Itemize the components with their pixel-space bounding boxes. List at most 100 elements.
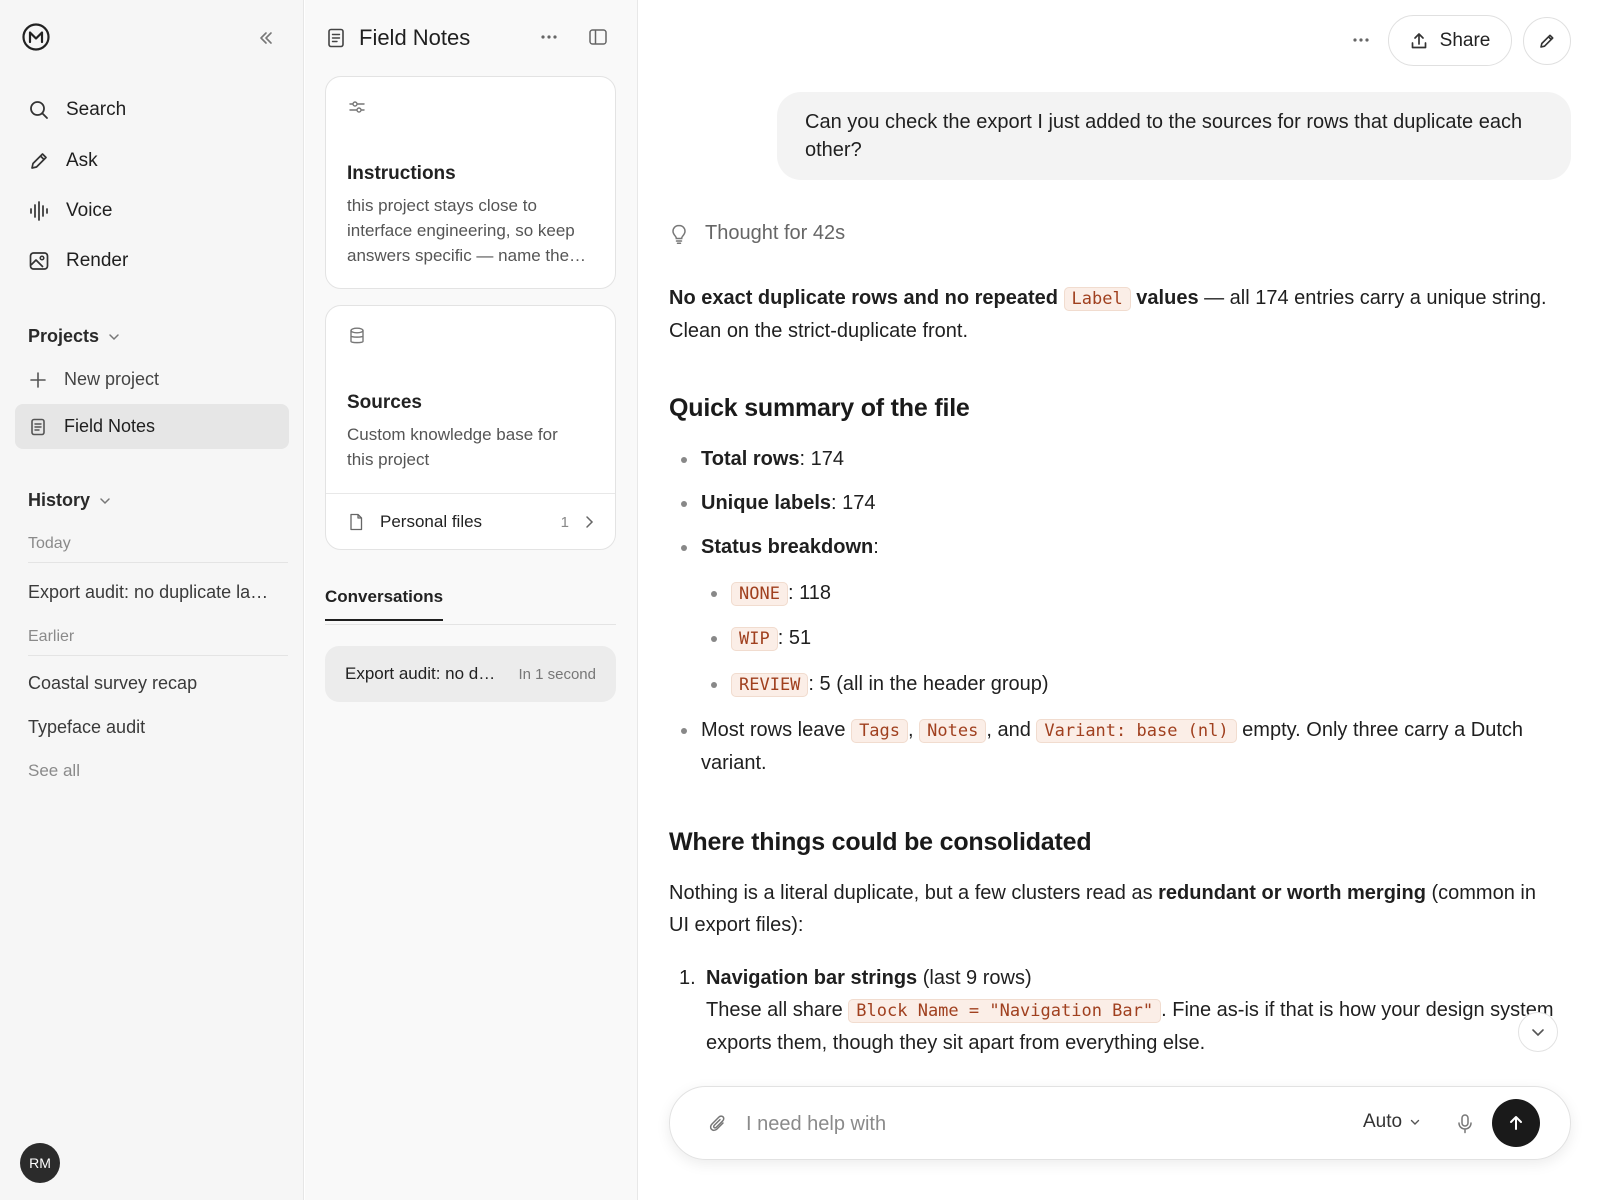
- list-item: REVIEW: 5 (all in the header group): [669, 668, 1559, 701]
- list-value: : 174: [831, 492, 876, 514]
- list-value: : 5 (all in the header group): [808, 673, 1049, 695]
- numbered-item-title: Navigation bar strings (last 9 rows): [706, 962, 1559, 994]
- instructions-card[interactable]: Instructions this project stays close to…: [325, 76, 616, 289]
- inline-code: Block Name = "Navigation Bar": [848, 999, 1162, 1023]
- chevron-down-icon: [1409, 1116, 1421, 1128]
- image-icon: [28, 250, 50, 272]
- bold-text: Navigation bar strings: [706, 967, 918, 989]
- projects-heading-label: Projects: [28, 326, 100, 346]
- history-item[interactable]: Typeface audit: [28, 717, 278, 738]
- user-message: Can you check the export I just added to…: [777, 92, 1571, 180]
- chevron-down-icon: [1530, 1024, 1546, 1040]
- inline-code: Notes: [919, 719, 987, 743]
- list-item: Status breakdown:: [669, 531, 1559, 563]
- nav-search[interactable]: Search: [28, 94, 126, 126]
- thought-toggle[interactable]: Thought for 42s: [669, 222, 845, 245]
- answer-intro: No exact duplicate rows and no repeated …: [669, 282, 1559, 347]
- panel-toggle-icon[interactable]: [588, 27, 608, 47]
- list-item: NONE: 118: [669, 577, 1559, 610]
- mode-label: Auto: [1363, 1111, 1403, 1132]
- instructions-title: Instructions: [347, 163, 456, 184]
- list-value: : 51: [777, 627, 812, 649]
- list-value: : 118: [787, 582, 831, 604]
- more-options-icon[interactable]: [538, 26, 560, 48]
- new-project-label: New project: [64, 369, 160, 389]
- notebook-icon: [327, 28, 345, 48]
- file-icon: [348, 513, 364, 531]
- inline-code: Label: [1063, 287, 1131, 311]
- mode-selector[interactable]: Auto: [1363, 1111, 1421, 1133]
- history-item[interactable]: Coastal survey recap: [28, 673, 278, 694]
- personal-files-count: 1: [560, 513, 569, 531]
- inline-code: NONE: [731, 582, 788, 606]
- chat-area: Share Can you check the export I just ad…: [639, 0, 1600, 1200]
- heading-summary: Quick summary of the file: [669, 394, 970, 422]
- see-all-link[interactable]: See all: [28, 761, 80, 781]
- inline-code: Tags: [851, 719, 909, 743]
- history-item[interactable]: Export audit: no duplicate labels: [28, 582, 278, 603]
- share-label: Share: [1439, 29, 1491, 51]
- projects-heading[interactable]: Projects: [28, 326, 121, 347]
- lightbulb-icon: [669, 223, 689, 245]
- tab-conversations[interactable]: Conversations: [325, 587, 444, 621]
- bold-text: Total rows: [701, 448, 800, 470]
- sliders-icon: [347, 97, 367, 117]
- nav-voice[interactable]: Voice: [28, 195, 112, 227]
- waveform-icon: [28, 200, 50, 222]
- more-options-icon[interactable]: [1350, 29, 1372, 51]
- nav-ask-label: Ask: [66, 150, 98, 171]
- history-heading[interactable]: History: [28, 490, 112, 511]
- list-item: Total rows: 174: [669, 443, 1559, 475]
- send-button[interactable]: [1492, 1099, 1540, 1147]
- conversation-title: Export audit: no duplicate labels: [345, 664, 505, 683]
- avatar[interactable]: RM: [20, 1143, 60, 1183]
- field-notes-label: Field Notes: [64, 416, 156, 436]
- scroll-to-bottom-button[interactable]: [1518, 1012, 1558, 1052]
- personal-files-label: Personal files: [380, 512, 483, 531]
- sidebar-item-field-notes[interactable]: Field Notes: [15, 404, 289, 449]
- chevron-down-icon: [98, 494, 112, 508]
- notebook-icon: [28, 417, 48, 437]
- project-title: Field Notes: [359, 25, 471, 50]
- share-button[interactable]: Share: [1388, 15, 1512, 66]
- nav-render[interactable]: Render: [28, 245, 128, 277]
- conversation-time: In 1 second: [518, 665, 596, 683]
- new-chat-button[interactable]: [1523, 17, 1571, 65]
- item-number: 1.: [679, 967, 696, 989]
- nav-search-label: Search: [66, 99, 127, 120]
- answer-text: ,: [908, 719, 920, 741]
- list-value: : 174: [799, 448, 845, 470]
- pencil-icon: [1538, 32, 1556, 50]
- plus-icon: [28, 370, 48, 390]
- answer-text: Nothing is a literal duplicate, but a fe…: [669, 882, 1159, 904]
- new-project-button[interactable]: New project: [15, 357, 289, 402]
- conversation-item[interactable]: Export audit: no duplicate labels In 1 s…: [325, 646, 616, 702]
- collapse-sidebar-icon[interactable]: [256, 28, 276, 48]
- tab-divider: [325, 624, 616, 625]
- instructions-body: this project stays close to interface en…: [347, 196, 587, 265]
- database-icon: [347, 326, 367, 346]
- brand-logo-icon[interactable]: [22, 23, 50, 51]
- bold-text: Unique labels: [701, 492, 832, 514]
- chevron-down-icon: [107, 330, 121, 344]
- pencil-icon: [28, 150, 50, 172]
- history-heading-label: History: [28, 490, 91, 510]
- history-today-label: Today: [28, 535, 288, 563]
- nav-render-label: Render: [66, 250, 129, 271]
- answer-paragraph: Nothing is a literal duplicate, but a fe…: [669, 877, 1559, 941]
- personal-files-row[interactable]: Personal files 1: [326, 494, 615, 550]
- message-input[interactable]: [746, 1105, 1306, 1143]
- microphone-icon[interactable]: [1456, 1113, 1474, 1135]
- list-item: WIP: 51: [669, 622, 1559, 655]
- answer-text: These all share: [706, 999, 849, 1021]
- bold-text: values: [1136, 287, 1199, 309]
- list-value: :: [873, 536, 879, 558]
- nav-ask[interactable]: Ask: [28, 145, 98, 177]
- inline-code: WIP: [731, 627, 778, 651]
- answer-text: (last 9 rows): [917, 967, 1032, 989]
- list-item: Most rows leave Tags, Notes, and Variant…: [669, 714, 1559, 779]
- paperclip-icon[interactable]: [708, 1113, 728, 1135]
- answer-text: , and: [986, 719, 1037, 741]
- project-header: Field Notes: [327, 22, 617, 54]
- project-panel: Field Notes Instructions this project st…: [305, 0, 638, 1200]
